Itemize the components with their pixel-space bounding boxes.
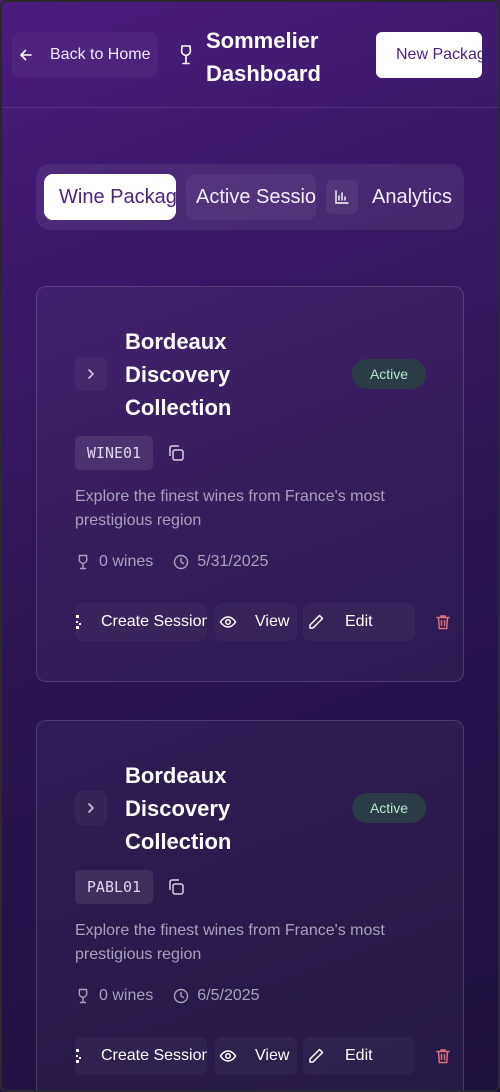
arrow-left-icon [20, 49, 32, 61]
edit-button[interactable]: Edit [303, 603, 415, 641]
clock-icon [174, 554, 189, 570]
header: Back to Home Sommelier Dashboard New Pac… [0, 0, 500, 108]
tab-analytics-label: Analytics [372, 185, 453, 208]
expand-button[interactable] [75, 791, 107, 825]
back-to-home-button[interactable]: Back to Home [12, 32, 158, 78]
tab-list: Wine Packages Active Sessions Analytics [36, 164, 464, 230]
edit-button[interactable]: Edit [303, 1037, 415, 1075]
created-date: 6/5/2025 [197, 987, 260, 1004]
package-code: PABL01 [75, 870, 153, 904]
wine-count: 0 wines [99, 987, 154, 1004]
package-title: Bordeaux Discovery Collection [125, 329, 232, 420]
eye-icon [219, 1050, 237, 1062]
wine-glass-icon [78, 554, 88, 570]
tab-active-sessions[interactable]: Active Sessions [186, 174, 316, 220]
package-actions: Create Session View Edit [75, 1037, 450, 1075]
chevron-right-icon [88, 369, 94, 379]
copy-code-button[interactable] [161, 871, 191, 903]
clock-icon [174, 988, 189, 1004]
create-session-button[interactable]: Create Session [75, 603, 207, 641]
view-button[interactable]: View [215, 603, 297, 641]
create-session-label: Create Session [101, 1047, 207, 1064]
bar-chart-icon [326, 180, 358, 214]
new-package-label: New Package [396, 46, 482, 63]
chevron-right-icon [88, 803, 94, 813]
package-description: Explore the finest wines from France's m… [75, 922, 385, 963]
page-title: Sommelier Dashboard [206, 28, 321, 86]
tab-active-sessions-label: Active Sessions [196, 185, 316, 208]
tab-analytics[interactable]: Analytics [324, 174, 458, 220]
view-label: View [255, 613, 290, 630]
wine-glass-icon [180, 45, 192, 65]
pencil-icon [309, 614, 324, 629]
qr-code-icon [76, 1049, 81, 1063]
package-card: Bordeaux Discovery Collection Active PAB… [36, 720, 464, 1092]
copy-code-button[interactable] [161, 437, 191, 469]
create-session-button[interactable]: Create Session [75, 1037, 207, 1075]
wine-count: 0 wines [99, 553, 154, 570]
package-description: Explore the finest wines from France's m… [75, 488, 385, 529]
created-date: 5/31/2025 [197, 553, 269, 570]
trash-icon [436, 1049, 450, 1064]
package-actions: Create Session View Edit [75, 603, 450, 641]
copy-icon [169, 445, 184, 461]
package-meta: 0 wines 5/31/2025 [75, 551, 268, 573]
delete-button[interactable] [427, 603, 459, 641]
status-badge: Active [352, 793, 426, 823]
package-card: Bordeaux Discovery Collection Active WIN… [36, 286, 464, 682]
expand-button[interactable] [75, 357, 107, 391]
trash-icon [436, 615, 450, 630]
delete-button[interactable] [427, 1037, 459, 1075]
view-button[interactable]: View [215, 1037, 297, 1075]
pencil-icon [309, 1048, 324, 1063]
edit-label: Edit [345, 1047, 373, 1064]
tab-wine-packages-label: Wine Packages [59, 185, 176, 208]
tab-wine-packages[interactable]: Wine Packages [44, 174, 176, 220]
package-meta: 0 wines 6/5/2025 [75, 985, 260, 1007]
view-label: View [255, 1047, 290, 1064]
package-title: Bordeaux Discovery Collection [125, 763, 232, 854]
create-session-label: Create Session [101, 613, 207, 630]
edit-label: Edit [345, 613, 373, 630]
package-code: WINE01 [75, 436, 153, 470]
back-to-home-label: Back to Home [50, 46, 151, 63]
status-badge: Active [352, 359, 426, 389]
wine-glass-icon [78, 988, 88, 1004]
qr-code-icon [76, 615, 81, 629]
eye-icon [219, 616, 237, 628]
copy-icon [169, 879, 184, 895]
new-package-button[interactable]: New Package [376, 32, 482, 78]
